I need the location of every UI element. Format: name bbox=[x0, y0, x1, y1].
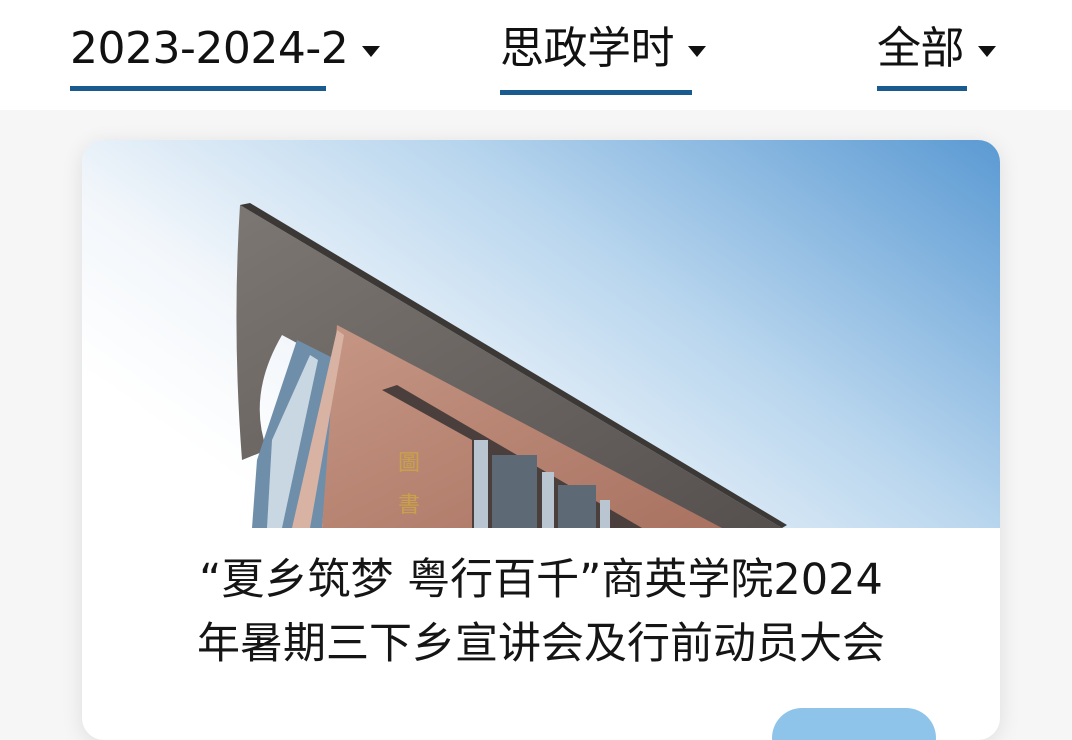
semester-filter-dropdown[interactable]: 2023-2024-2 bbox=[70, 18, 381, 96]
event-title: “夏乡筑梦 粤行百千”商英学院2024 年暑期三下乡宣讲会及行前动员大会 bbox=[82, 548, 1000, 676]
semester-filter-underline bbox=[70, 86, 326, 91]
event-title-line2: 年暑期三下乡宣讲会及行前动员大会 bbox=[197, 619, 885, 669]
type-filter-label: 思政学时 bbox=[500, 23, 675, 74]
scope-filter-label: 全部 bbox=[877, 23, 965, 74]
caret-down-icon bbox=[362, 46, 381, 57]
type-filter-dropdown[interactable]: 思政学时 bbox=[500, 18, 706, 96]
scope-filter-underline bbox=[877, 86, 967, 91]
event-card[interactable]: 圖 書 “夏乡筑梦 粤行百千”商英学院2024 年暑期三下乡宣讲会及行前动员大会 bbox=[82, 140, 1000, 740]
semester-filter-label: 2023-2024-2 bbox=[70, 23, 349, 74]
caret-down-icon bbox=[978, 46, 996, 57]
event-action-button[interactable] bbox=[772, 708, 936, 740]
scope-filter-dropdown[interactable]: 全部 bbox=[877, 18, 996, 96]
caret-down-icon bbox=[688, 46, 706, 57]
event-cover-image: 圖 書 bbox=[82, 140, 1000, 528]
filter-bar: 2023-2024-2 思政学时 全部 bbox=[0, 0, 1072, 110]
type-filter-underline bbox=[500, 90, 692, 95]
event-title-line1: “夏乡筑梦 粤行百千”商英学院2024 bbox=[199, 555, 883, 605]
